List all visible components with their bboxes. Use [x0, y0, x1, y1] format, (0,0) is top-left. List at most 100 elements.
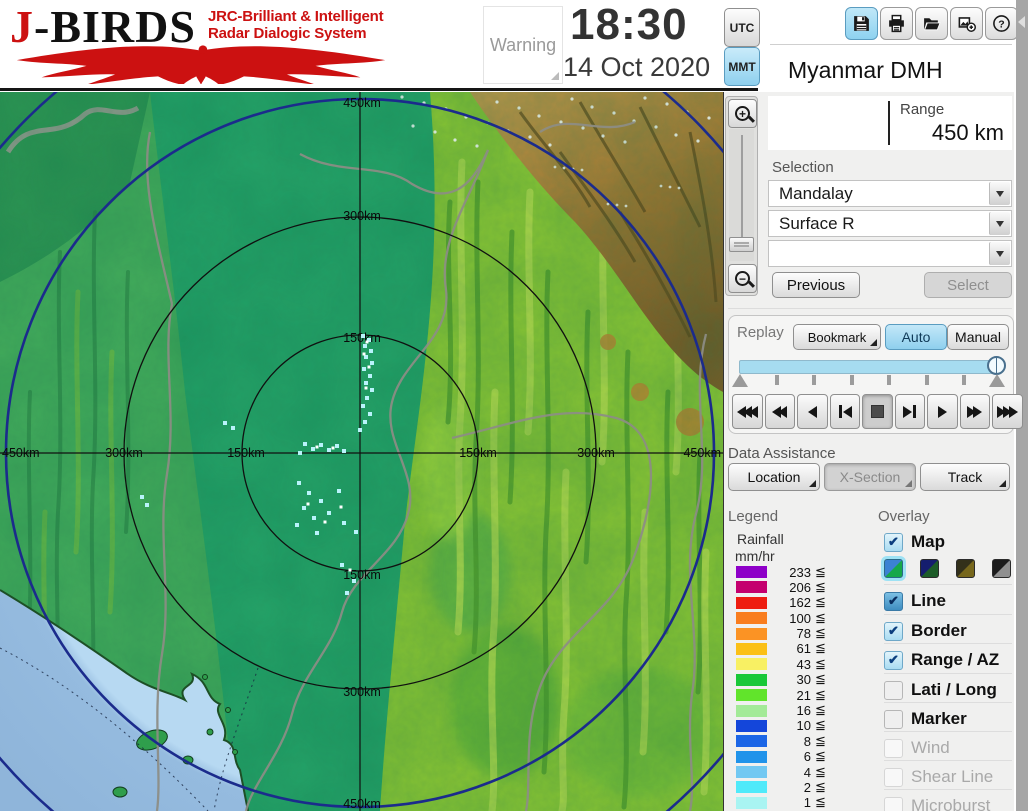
zoom-slider-handle[interactable]	[729, 237, 754, 252]
panel-divider	[770, 44, 1012, 45]
fast-rewind-icon	[778, 406, 787, 418]
stop-button[interactable]	[862, 394, 893, 429]
manual-button[interactable]: Manual	[947, 324, 1009, 350]
x-section-button[interactable]: X-Section	[824, 463, 916, 491]
map-style-blue-green[interactable]	[884, 559, 903, 578]
zoom-slider[interactable]	[729, 129, 754, 261]
chevron-down-icon[interactable]	[989, 182, 1010, 205]
overlay-separator	[884, 673, 1012, 674]
dropdown-value: Mandalay	[779, 184, 853, 204]
previous-button[interactable]: Previous	[772, 272, 860, 298]
radar-map[interactable]: 450km 300km 150km 150km 300km 450km 450k…	[0, 92, 724, 811]
overlay-title: Overlay	[878, 508, 930, 525]
legend-color-swatch	[736, 797, 767, 809]
range-box: Range 450 km	[768, 96, 1012, 150]
checkbox	[884, 797, 903, 811]
overlay-label: Lati / Long	[911, 680, 997, 700]
range-label: Range	[900, 101, 944, 118]
slider-end-marker[interactable]	[989, 374, 1005, 387]
selection-dropdown-product[interactable]: Surface R	[768, 210, 1012, 237]
slider-start-marker[interactable]	[732, 374, 748, 387]
utc-button[interactable]: UTC	[724, 8, 760, 47]
bookmark-button[interactable]: Bookmark	[793, 324, 881, 350]
svg-text:450km: 450km	[683, 446, 721, 460]
overlay-item-shear-line[interactable]: Shear Line	[884, 766, 993, 788]
replay-slider-track[interactable]	[739, 360, 999, 374]
legend-value: 6	[767, 749, 811, 764]
zoom-out-button[interactable]: −	[728, 264, 757, 293]
legend-value: 61	[767, 641, 811, 656]
overlay-item-map[interactable]: ✔Map	[884, 531, 945, 553]
map-style-navy-darkgreen[interactable]	[920, 559, 939, 578]
overlay-item-range-az[interactable]: ✔ Range / AZ	[884, 649, 999, 671]
checkbox[interactable]	[884, 710, 903, 729]
checkbox[interactable]: ✔	[884, 592, 903, 611]
playback-controls	[732, 394, 1023, 429]
warning-button[interactable]: Warning	[483, 6, 563, 84]
overlay-separator	[884, 789, 1012, 790]
overlay-item-border[interactable]: ✔Border	[884, 620, 967, 642]
chevron-down-icon[interactable]	[989, 212, 1010, 235]
replay-label: Replay	[737, 324, 784, 341]
track-button[interactable]: Track	[920, 463, 1010, 491]
fast-forward-triple-button[interactable]	[992, 394, 1023, 429]
location-button[interactable]: Location	[728, 463, 820, 491]
replay-slider-handle[interactable]	[987, 356, 1006, 375]
checkbox[interactable]	[884, 681, 903, 700]
chevron-down-icon[interactable]	[989, 242, 1010, 265]
legend-color-swatch	[736, 612, 767, 624]
station-name: Myanmar DMH	[768, 50, 1012, 90]
stop-icon	[871, 405, 884, 418]
print-icon	[887, 14, 906, 33]
zoom-in-button[interactable]: +	[728, 99, 757, 128]
clock-date: 14 Oct 2020	[563, 52, 710, 83]
auto-button[interactable]: Auto	[885, 324, 947, 350]
legend-operator: ≦	[815, 595, 826, 610]
help-button[interactable]: ?	[985, 7, 1018, 40]
selection-dropdown-site[interactable]: Mandalay	[768, 180, 1012, 207]
legend-scale: 233≦206≦162≦100≦78≦61≦43≦30≦21≦16≦10≦8≦6…	[736, 566, 826, 809]
checkbox[interactable]: ✔	[884, 622, 903, 641]
legend-value: 8	[767, 734, 811, 749]
play-backward-button[interactable]	[797, 394, 828, 429]
legend-value: 162	[767, 595, 811, 610]
slider-tick	[775, 375, 779, 385]
legend-value: 233	[767, 565, 811, 580]
fast-rewind-triple-button[interactable]	[732, 394, 763, 429]
legend-entry: 1≦	[736, 797, 826, 809]
legend-entry: 30≦	[736, 674, 826, 686]
map-zoom-control: + −	[725, 96, 758, 296]
overlay-item-lati-long[interactable]: Lati / Long	[884, 679, 997, 701]
play-forward-button[interactable]	[927, 394, 958, 429]
overlay-item-wind[interactable]: Wind	[884, 737, 950, 759]
open-folder-button[interactable]	[915, 7, 948, 40]
step-forward-button[interactable]	[895, 394, 926, 429]
legend-color-swatch	[736, 781, 767, 793]
save-button[interactable]	[845, 7, 878, 40]
legend-entry: 78≦	[736, 628, 826, 640]
svg-text:150km: 150km	[227, 446, 265, 460]
legend-operator: ≦	[815, 718, 826, 733]
header-divider	[0, 88, 758, 91]
overlay-item-marker[interactable]: Marker	[884, 708, 967, 730]
select-button[interactable]: Select	[924, 272, 1012, 298]
mmt-button[interactable]: MMT	[724, 47, 760, 86]
overlay-item-microburst[interactable]: Microburst	[884, 795, 990, 811]
print-button[interactable]	[880, 7, 913, 40]
overlay-label: Range / AZ	[911, 650, 999, 670]
svg-text:300km: 300km	[343, 685, 381, 699]
step-backward-button[interactable]	[830, 394, 861, 429]
export-image-button[interactable]	[950, 7, 983, 40]
fast-forward-button[interactable]	[960, 394, 991, 429]
overlay-item-line[interactable]: ✔Line	[884, 590, 946, 612]
logo-tagline: JRC-Brilliant & Intelligent Radar Dialog…	[208, 8, 383, 43]
map-style-olive-gold[interactable]	[956, 559, 975, 578]
checkbox[interactable]: ✔	[884, 533, 903, 552]
checkbox[interactable]: ✔	[884, 651, 903, 670]
legend-color-swatch	[736, 581, 767, 593]
fast-rewind-button[interactable]	[765, 394, 796, 429]
selection-dropdown-extra[interactable]	[768, 240, 1012, 267]
overlay-separator	[884, 614, 1012, 615]
map-style-black-gray[interactable]	[992, 559, 1011, 578]
collapse-arrow-icon[interactable]	[1018, 16, 1025, 28]
